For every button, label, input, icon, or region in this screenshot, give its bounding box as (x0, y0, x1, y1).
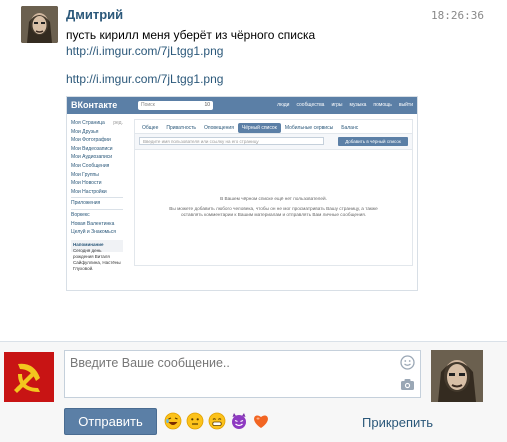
recipient-avatar[interactable] (431, 350, 483, 402)
link-preview-image[interactable]: ВКонтакте Поиск 10 люди сообщества игры муз… (66, 96, 418, 291)
vk-logo: ВКонтакте (71, 100, 118, 110)
smiley-picker-icon[interactable] (400, 355, 415, 370)
message: Дмитрий 18:26:36 пусть кирилл меня уберё… (0, 0, 507, 340)
send-button[interactable]: Отправить (64, 408, 157, 435)
message-composer: Введите Ваше сообщение.. Отправить Прикр… (0, 342, 507, 442)
my-avatar[interactable] (4, 352, 54, 402)
vk-add-to-blacklist-button: Добавить в чёрный список (338, 137, 408, 146)
vk-blacklist-input: Введите имя пользователя или ссылку на е… (139, 137, 324, 145)
vk-blacklist-panel: Общее Приватность Оповещения Чёрный список М… (134, 119, 413, 266)
vk-empty-message: В Вашем чёрном списке ещё нет пользовате… (169, 196, 378, 217)
heart-icon[interactable] (252, 412, 270, 430)
laughing-emoji-icon[interactable] (164, 412, 182, 430)
vk-settings-tabs: Общее Приватность Оповещения Чёрный список М… (142, 123, 359, 133)
grinning-emoji-icon[interactable] (208, 412, 226, 430)
vk-nav: люди сообщества игры музыка помощь выйти (277, 102, 413, 108)
attach-link[interactable]: Прикрепить (362, 415, 433, 430)
sender-name[interactable]: Дмитрий (66, 7, 123, 22)
vk-search-field: Поиск 10 (138, 101, 213, 110)
message-time: 18:26:36 (431, 9, 484, 22)
vk-sidebar: Моя Страница ред. Мои Друзья Мои Фотограф… (71, 120, 123, 271)
vk-header: ВКонтакте Поиск 10 люди сообщества игры муз… (67, 97, 417, 114)
message-input-placeholder: Введите Ваше сообщение.. (70, 356, 230, 370)
devil-emoji-icon[interactable] (230, 412, 248, 430)
message-link-bottom[interactable]: http://i.imgur.com/7jLtgg1.png (66, 72, 223, 86)
neutral-emoji-icon[interactable] (186, 412, 204, 430)
message-link-top[interactable]: http://i.imgur.com/7jLtgg1.png (66, 44, 223, 58)
camera-icon[interactable] (400, 378, 415, 391)
message-text: пусть кирилл меня уберёт из чёрного спис… (66, 28, 316, 42)
sender-avatar[interactable] (21, 6, 58, 43)
message-input[interactable]: Введите Ваше сообщение.. (64, 350, 421, 398)
